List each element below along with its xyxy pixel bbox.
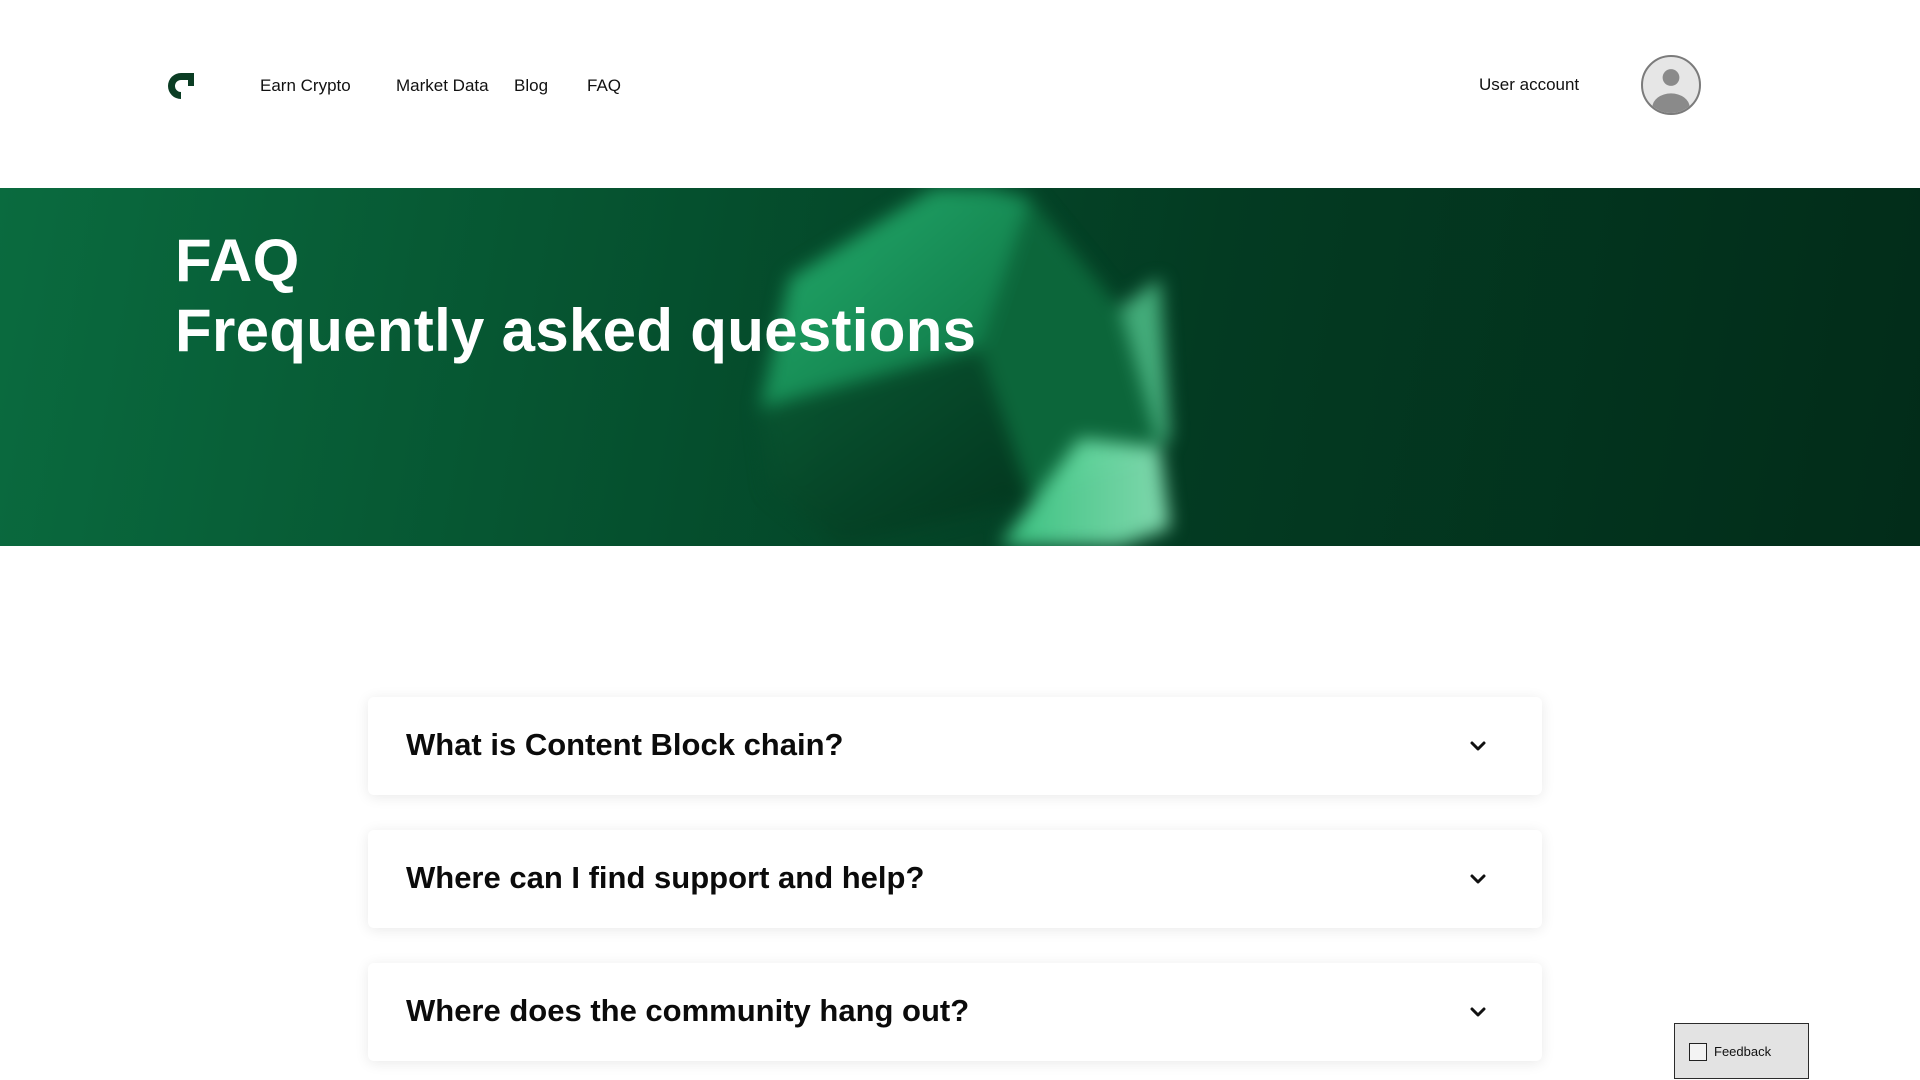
hero-banner: FAQ Frequently asked questions [0, 188, 1920, 546]
page-title: FAQ [175, 227, 300, 294]
hero-cube-illustration [760, 188, 1170, 546]
chevron-down-icon[interactable] [1468, 736, 1488, 756]
site-header: Earn Crypto Market Data Blog FAQ User ac… [0, 0, 1920, 188]
brand-logo-icon[interactable] [166, 71, 196, 101]
chevron-down-icon[interactable] [1468, 869, 1488, 889]
feedback-label: Feedback [1714, 1044, 1772, 1059]
nav-item-blog[interactable]: Blog [514, 76, 548, 96]
nav-item-faq[interactable]: FAQ [587, 76, 621, 96]
faq-question: What is Content Block chain? [406, 727, 844, 762]
chevron-down-icon[interactable] [1468, 1002, 1488, 1022]
feedback-button[interactable]: Feedback [1674, 1023, 1809, 1079]
nav-item-earn-crypto[interactable]: Earn Crypto [260, 76, 351, 96]
checkbox-icon [1689, 1043, 1707, 1061]
nav-item-market-data[interactable]: Market Data [396, 76, 489, 96]
faq-item-community[interactable]: Where does the community hang out? [368, 963, 1542, 1061]
faq-question: Where can I find support and help? [406, 860, 925, 895]
faq-question: Where does the community hang out? [406, 993, 970, 1028]
faq-item-content-block-chain[interactable]: What is Content Block chain? [368, 697, 1542, 795]
faq-item-support-help[interactable]: Where can I find support and help? [368, 830, 1542, 928]
page-subtitle: Frequently asked questions [175, 297, 977, 364]
user-avatar-icon[interactable] [1641, 55, 1701, 115]
user-account-link[interactable]: User account [1479, 75, 1579, 95]
